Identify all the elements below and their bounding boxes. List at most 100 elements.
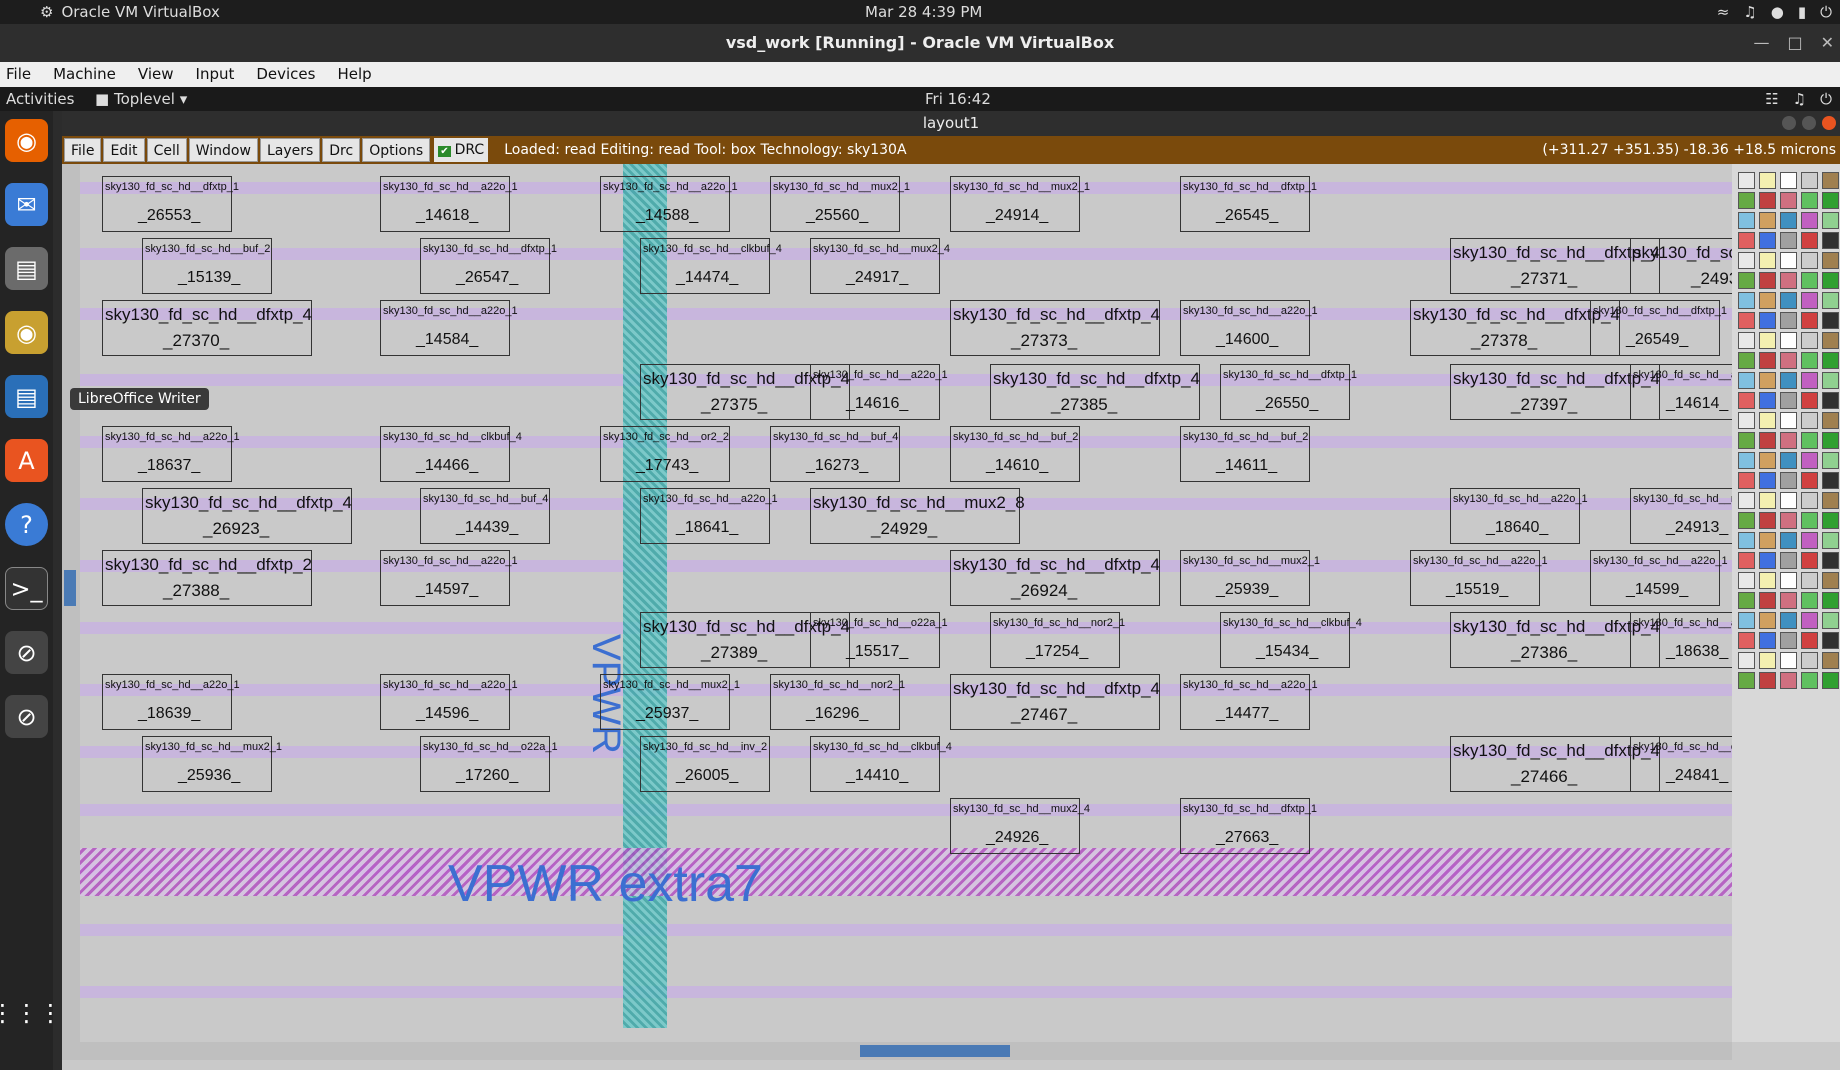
horizontal-scrollbar[interactable] xyxy=(62,1042,1732,1060)
layer-swatch[interactable] xyxy=(1801,212,1818,229)
std-cell[interactable]: sky130_fd_sc_hd__dfxtp_4 _26924_ xyxy=(950,550,1160,606)
layer-swatch[interactable] xyxy=(1780,312,1797,329)
layer-swatch[interactable] xyxy=(1738,652,1755,669)
layer-swatch[interactable] xyxy=(1738,492,1755,509)
layer-swatch[interactable] xyxy=(1780,172,1797,189)
layer-swatch[interactable] xyxy=(1801,492,1818,509)
layer-swatch[interactable] xyxy=(1738,212,1755,229)
layer-swatch[interactable] xyxy=(1780,532,1797,549)
layer-swatch[interactable] xyxy=(1822,672,1839,689)
layer-swatch[interactable] xyxy=(1801,372,1818,389)
magic-menu-cell[interactable]: Cell xyxy=(146,138,187,162)
std-cell[interactable]: sky130_fd_sc_hd__dfxtp_4 _27373_ xyxy=(950,300,1160,356)
close-icon[interactable] xyxy=(1822,116,1836,130)
std-cell[interactable]: sky130_fd_sc_hd__a22o_1 _18638_ xyxy=(1630,612,1732,668)
std-cell[interactable]: sky130_fd_sc_hd__mux2_4 _24917_ xyxy=(810,238,950,294)
std-cell[interactable]: sky130_fd_sc_hd__a22o_1 _14618_ xyxy=(380,176,518,232)
std-cell[interactable]: sky130_fd_sc_hd__clkbuf_4 _14466_ xyxy=(380,426,522,482)
software-icon[interactable]: A xyxy=(5,439,48,482)
layer-swatch[interactable] xyxy=(1759,592,1776,609)
layer-swatch[interactable] xyxy=(1822,372,1839,389)
layer-swatch[interactable] xyxy=(1801,412,1818,429)
maximize-icon[interactable] xyxy=(1802,116,1816,130)
vbox-menu-file[interactable]: File xyxy=(6,62,31,87)
layer-swatch[interactable] xyxy=(1738,232,1755,249)
std-cell[interactable]: sky130_fd_sc_hd__a22o_1 _14588_ xyxy=(600,176,738,232)
std-cell[interactable]: sky130_fd_sc_hd__dfxtp_1 _26549_ xyxy=(1590,300,1727,356)
std-cell[interactable]: sky130_fd_sc_hd__a22o_1 _14616_ xyxy=(810,364,948,420)
layer-swatch[interactable] xyxy=(1759,212,1776,229)
hscroll-thumb[interactable] xyxy=(860,1045,1010,1057)
host-tray[interactable]: ≈ ♫ ● ▮ ⏻ xyxy=(1717,3,1840,21)
layer-swatch[interactable] xyxy=(1822,212,1839,229)
terminal-icon[interactable]: >_ xyxy=(5,567,48,610)
host-app-indicator[interactable]: ⚙ Oracle VM VirtualBox xyxy=(40,3,220,21)
layer-swatch[interactable] xyxy=(1780,672,1797,689)
std-cell[interactable]: sky130_fd_sc_hd__a22o_1 _14477_ xyxy=(1180,674,1318,730)
layer-palette[interactable] xyxy=(1732,164,1840,1042)
layer-swatch[interactable] xyxy=(1780,492,1797,509)
toplevel-menu[interactable]: ■ Toplevel ▾ xyxy=(95,90,187,108)
layer-swatch[interactable] xyxy=(1822,232,1839,249)
layer-swatch[interactable] xyxy=(1759,312,1776,329)
layer-swatch[interactable] xyxy=(1822,412,1839,429)
layer-swatch[interactable] xyxy=(1780,412,1797,429)
host-clock[interactable]: Mar 28 4:39 PM xyxy=(865,3,982,21)
layer-swatch[interactable] xyxy=(1780,352,1797,369)
std-cell[interactable]: sky130_fd_sc_hd__dfxtp_4 _27371_ xyxy=(1450,238,1660,294)
std-cell[interactable]: sky130_fd_sc_hd__dfxtp_2 _27388_ xyxy=(102,550,312,606)
layer-swatch[interactable] xyxy=(1738,172,1755,189)
std-cell[interactable]: sky130_fd_sc_hd__mux2_8 _24932_ xyxy=(1630,238,1732,294)
std-cell[interactable]: sky130_fd_sc_hd__or2_2 _17743_ xyxy=(600,426,730,482)
layer-swatch[interactable] xyxy=(1759,232,1776,249)
layer-swatch[interactable] xyxy=(1738,572,1755,589)
std-cell[interactable]: sky130_fd_sc_hd__a22o_1 _18637_ xyxy=(102,426,240,482)
layer-swatch[interactable] xyxy=(1822,292,1839,309)
layer-swatch[interactable] xyxy=(1738,252,1755,269)
layer-swatch[interactable] xyxy=(1780,392,1797,409)
guest-tray[interactable]: ☷ ♫ ⏻ xyxy=(1765,90,1832,108)
layer-swatch[interactable] xyxy=(1780,472,1797,489)
layer-swatch[interactable] xyxy=(1801,292,1818,309)
layer-swatch[interactable] xyxy=(1822,532,1839,549)
std-cell[interactable]: sky130_fd_sc_hd__dfxtp_4 _27370_ xyxy=(102,300,312,356)
layer-swatch[interactable] xyxy=(1801,472,1818,489)
layer-swatch[interactable] xyxy=(1801,192,1818,209)
std-cell[interactable]: sky130_fd_sc_hd__buf_2 _14610_ xyxy=(950,426,1080,482)
close-icon[interactable]: ✕ xyxy=(1821,24,1834,62)
layer-swatch[interactable] xyxy=(1801,512,1818,529)
minimize-icon[interactable] xyxy=(1782,116,1796,130)
std-cell[interactable]: sky130_fd_sc_hd__a22o_1 _14599_ xyxy=(1590,550,1728,606)
firefox-icon[interactable]: ◉ xyxy=(5,119,48,162)
layer-swatch[interactable] xyxy=(1759,292,1776,309)
std-cell[interactable]: sky130_fd_sc_hd__mux2_1 _24914_ xyxy=(950,176,1090,232)
std-cell[interactable]: sky130_fd_sc_hd__o22a_1 _17260_ xyxy=(420,736,558,792)
layer-swatch[interactable] xyxy=(1780,292,1797,309)
magic-menu-file[interactable]: File xyxy=(64,138,102,162)
layer-swatch[interactable] xyxy=(1759,192,1776,209)
layer-swatch[interactable] xyxy=(1738,352,1755,369)
layer-swatch[interactable] xyxy=(1801,612,1818,629)
std-cell[interactable]: sky130_fd_sc_hd__clkbuf_4 _24841_ xyxy=(1630,736,1732,792)
std-cell[interactable]: sky130_fd_sc_hd__dfxtp_1 _26550_ xyxy=(1220,364,1357,420)
magic-menu-edit[interactable]: Edit xyxy=(103,138,145,162)
layout-canvas[interactable]: VPWR extra7 VPWR sky130_fd_sc_hd__dfxtp_… xyxy=(80,164,1732,1028)
layer-swatch[interactable] xyxy=(1822,272,1839,289)
layer-swatch[interactable] xyxy=(1759,352,1776,369)
layer-swatch[interactable] xyxy=(1738,192,1755,209)
show-apps-icon[interactable]: ⋮⋮⋮ xyxy=(0,991,63,1034)
std-cell[interactable]: sky130_fd_sc_hd__a22o_1 _14596_ xyxy=(380,674,518,730)
layer-swatch[interactable] xyxy=(1801,252,1818,269)
layer-swatch[interactable] xyxy=(1801,572,1818,589)
layer-swatch[interactable] xyxy=(1738,392,1755,409)
layer-swatch[interactable] xyxy=(1801,352,1818,369)
layer-swatch[interactable] xyxy=(1780,192,1797,209)
layer-swatch[interactable] xyxy=(1801,232,1818,249)
vbox-menu-input[interactable]: Input xyxy=(196,62,235,87)
std-cell[interactable]: sky130_fd_sc_hd__a22o_1 _14600_ xyxy=(1180,300,1318,356)
layer-swatch[interactable] xyxy=(1759,172,1776,189)
std-cell[interactable]: sky130_fd_sc_hd__clkbuf_4 _14474_ xyxy=(640,238,782,294)
layer-swatch[interactable] xyxy=(1780,212,1797,229)
guest-clock[interactable]: Fri 16:42 xyxy=(925,90,991,108)
blocked-app-icon[interactable]: ⊘ xyxy=(5,631,48,674)
